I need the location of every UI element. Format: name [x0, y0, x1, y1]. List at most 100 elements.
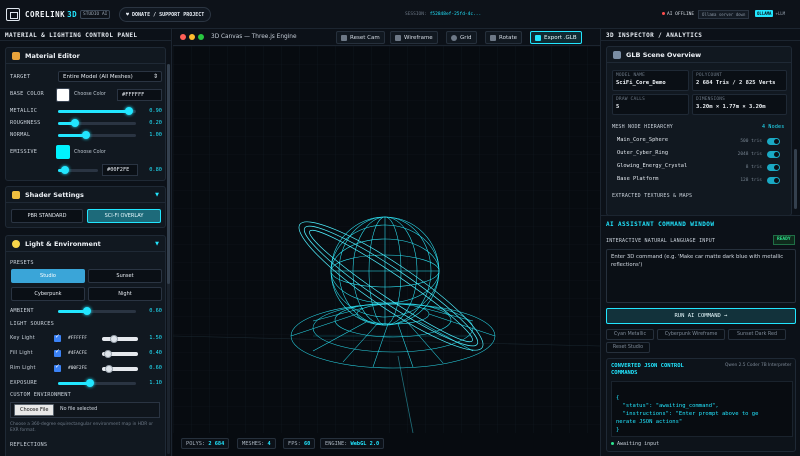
exposure-label: EXPOSURE	[10, 380, 38, 386]
preset-studio[interactable]: Studio	[11, 269, 85, 283]
right-scrollbar[interactable]	[794, 149, 797, 209]
wireframe-button[interactable]: Wireframe	[390, 31, 438, 44]
run-ai-command-button[interactable]: RUN AI COMMAND →	[606, 308, 796, 324]
lightning-icon	[12, 190, 20, 199]
polycount-field: POLYCOUNT 2 684 Tris / 2 825 Verts	[692, 70, 787, 91]
preset-chip-cyan-metallic[interactable]: Cyan Metallic	[606, 329, 654, 340]
roughness-value: 0.20	[149, 120, 162, 126]
preset-chip-sunset-dark-red[interactable]: Sunset Dark Red	[728, 329, 786, 340]
select-arrow-icon: ⇕	[152, 73, 158, 80]
canvas-status-bar: POLYS: 2 684 MESHES: 4 FPS: 60 ENGINE: W…	[173, 433, 600, 456]
emissive-color-choose[interactable]: Choose Color	[74, 150, 106, 155]
roughness-label: ROUGHNESS	[10, 120, 41, 126]
emissive-hex-input[interactable]: #00F2FE	[102, 164, 138, 176]
interpreter-model: Qwen 2.5 Coder 7B Interpreter	[725, 363, 792, 368]
window-close-icon[interactable]	[180, 34, 186, 40]
scifi-overlay-option[interactable]: SCI-FI OVERLAY	[87, 209, 161, 223]
ai-status: AI OFFLINE	[662, 12, 694, 17]
reflections-label: REFLECTIONS	[10, 442, 48, 448]
glb-overview-card: GLB Scene Overview MODEL NAME SciFi_Core_…	[606, 46, 792, 216]
preset-sunset[interactable]: Sunset	[88, 269, 162, 283]
hierarchy-label: MESH NODE HIERARCHY	[612, 124, 673, 130]
textures-label: EXTRACTED TEXTURES & MAPS	[612, 193, 693, 199]
ambient-label: AMBIENT	[10, 308, 34, 314]
donate-button[interactable]: ♥ DONATE / SUPPORT PROJECT	[119, 7, 212, 22]
reset-cam-button[interactable]: Reset Cam	[336, 31, 385, 44]
polys-stat: POLYS: 2 684	[181, 438, 230, 449]
fill-light-slider[interactable]	[102, 350, 138, 358]
preset-night[interactable]: Night	[88, 287, 162, 301]
json-output-card: CONVERTED JSON CONTROL COMMANDS Qwen 2.5…	[606, 358, 796, 452]
rim-light-checkbox[interactable]	[54, 363, 61, 372]
status-dot-icon	[611, 442, 614, 445]
mesh-node[interactable]: Outer_Cyber_Ring 2048 tris	[617, 150, 784, 161]
3d-viewport[interactable]	[173, 46, 600, 434]
metallic-slider[interactable]	[58, 107, 136, 115]
emissive-color-swatch[interactable]	[56, 145, 70, 159]
mesh-node[interactable]: Glowing_Energy_Crystal 8 tris	[617, 163, 784, 174]
target-select[interactable]: Entire Model (All Meshes) ⇕	[58, 71, 162, 82]
exposure-slider[interactable]	[58, 379, 136, 387]
export-glb-button[interactable]: Export .GLB	[530, 31, 582, 44]
chart-icon	[613, 50, 621, 59]
left-panel-title: MATERIAL & LIGHTING CONTROL PANEL	[0, 29, 171, 41]
window-minimize-icon[interactable]	[189, 34, 195, 40]
emissive-slider[interactable]	[58, 166, 98, 174]
window-maximize-icon[interactable]	[198, 34, 204, 40]
ambient-slider[interactable]	[58, 307, 136, 315]
presets-label: PRESETS	[10, 260, 34, 266]
choose-file-button[interactable]: Choose File	[14, 404, 55, 416]
bulb-icon	[12, 239, 20, 248]
rotate-button[interactable]: Rotate	[485, 31, 523, 44]
key-light-slider[interactable]	[102, 335, 138, 343]
rotate-icon	[490, 34, 496, 41]
base-color-choose[interactable]: Choose Color	[74, 92, 106, 97]
material-editor-header[interactable]: Material Editor	[6, 48, 165, 64]
export-icon	[535, 34, 541, 41]
pbr-standard-option[interactable]: PBR STANDARD	[11, 209, 83, 223]
grid-icon	[451, 34, 457, 41]
exposure-value: 1.10	[149, 380, 162, 386]
visibility-toggle[interactable]	[767, 138, 780, 145]
shader-settings-card: Shader Settings ▼ PBR STANDARD SCI-FI OV…	[5, 186, 166, 228]
left-panel-scrollbar[interactable]	[167, 64, 170, 454]
cube-logo-icon	[6, 8, 20, 21]
light-environment-header[interactable]: Light & Environment ▼	[6, 236, 165, 252]
command-textarea[interactable]: Enter 3D command (e.g. 'Make car matte d…	[606, 249, 796, 303]
grid-button[interactable]: Grid	[446, 31, 477, 44]
visibility-toggle[interactable]	[767, 151, 780, 158]
key-light-label: Key Light	[10, 335, 35, 341]
glb-overview-header: GLB Scene Overview	[607, 47, 791, 63]
shader-settings-header[interactable]: Shader Settings ▼	[6, 187, 165, 203]
canvas-toolbar: 3D Canvas — Three.js Engine Reset Cam Wi…	[173, 29, 600, 46]
preset-chip-reset-studio[interactable]: Reset Studio	[606, 342, 650, 353]
key-light-checkbox[interactable]	[54, 333, 61, 342]
scene-render	[173, 46, 600, 434]
preset-cyberpunk[interactable]: Cyberpunk	[11, 287, 85, 301]
canvas-area: 3D Canvas — Three.js Engine Reset Cam Wi…	[173, 29, 600, 456]
preset-chip-cyberpunk-wireframe[interactable]: Cyberpunk Wireframe	[657, 329, 725, 340]
custom-environment-label: CUSTOM ENVIRONMENT	[10, 392, 72, 398]
normal-slider[interactable]	[58, 131, 136, 139]
light-sources-label: LIGHT SOURCES	[10, 321, 55, 327]
metallic-label: METALLIC	[10, 108, 38, 114]
rim-light-hex: #00F2FE	[68, 366, 87, 371]
draw-calls-field: DRAW CALLS 5	[612, 94, 689, 115]
normal-value: 1.00	[149, 132, 162, 138]
meshes-stat: MESHES: 4	[237, 438, 276, 449]
visibility-toggle[interactable]	[767, 177, 780, 184]
llm-mode-toggle[interactable]: OLLAMA +LLM	[755, 10, 785, 17]
assistant-title: AI ASSISTANT COMMAND WINDOW	[606, 221, 715, 228]
rim-light-slider[interactable]	[102, 365, 138, 373]
left-panel: MATERIAL & LIGHTING CONTROL PANEL Materi…	[0, 29, 172, 456]
mesh-node[interactable]: Base Platform 128 tris	[617, 176, 784, 187]
rim-light-label: Rim Light	[10, 365, 36, 371]
base-color-hex-input[interactable]: #FFFFFF	[117, 89, 162, 101]
studio-badge: STUDIO AI	[80, 10, 111, 19]
roughness-slider[interactable]	[58, 119, 136, 127]
mesh-node[interactable]: Main_Core_Sphere 500 tris	[617, 137, 784, 148]
visibility-toggle[interactable]	[767, 164, 780, 171]
fill-light-checkbox[interactable]	[54, 348, 61, 357]
chevron-down-icon: ▼	[155, 191, 159, 198]
base-color-swatch[interactable]	[56, 88, 70, 102]
